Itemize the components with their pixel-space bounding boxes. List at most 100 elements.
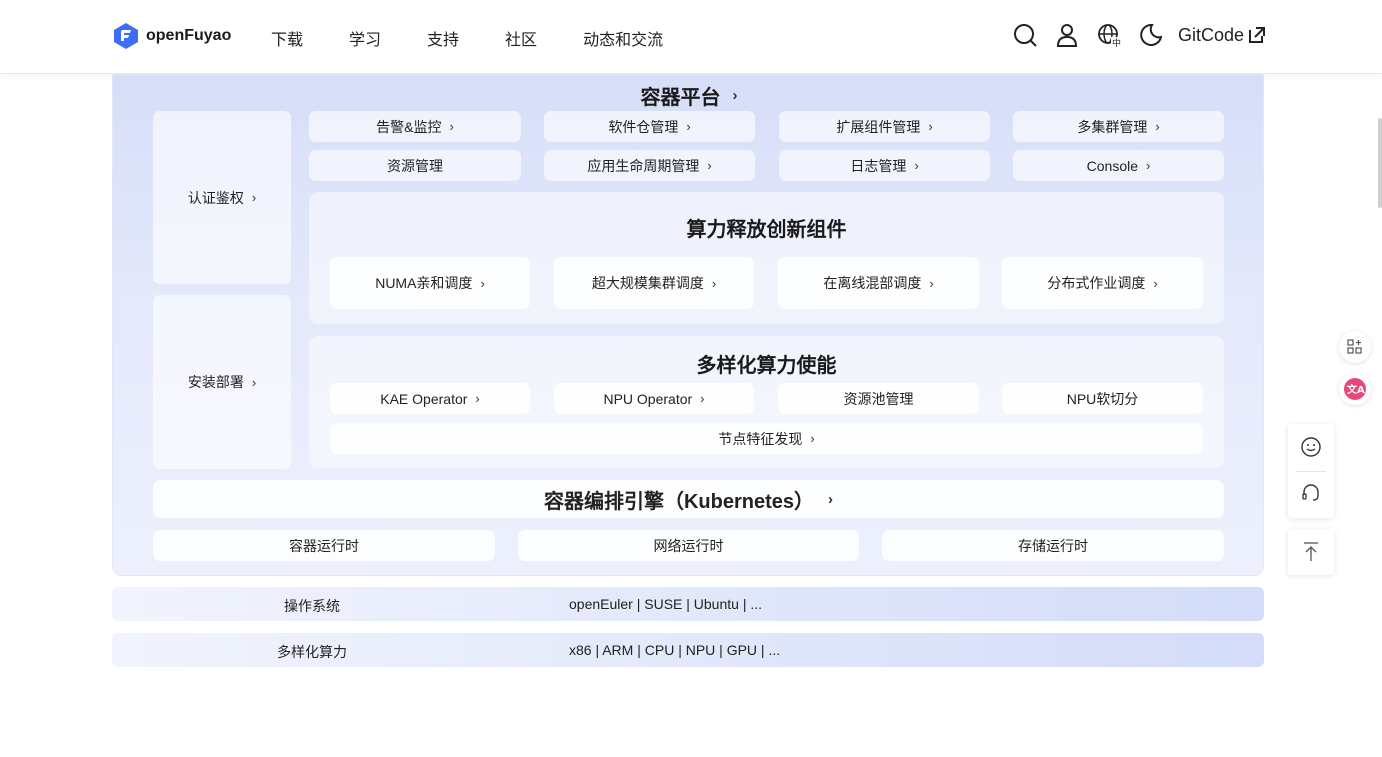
console-label: Console [1086,157,1139,174]
page-scrollbar[interactable] [1378,118,1382,208]
chevron-right-icon: › [711,275,717,291]
multicluster-mgmt-box[interactable]: 多集群管理 › [1013,111,1224,142]
large-cluster-box[interactable]: 超大规模集群调度 › [554,257,754,309]
apps-button[interactable] [1339,331,1371,363]
npu-operator-box[interactable]: NPU Operator › [554,383,754,414]
chevron-right-icon: › [449,119,454,134]
os-value: openEuler | SUSE | Ubuntu | ... [569,596,763,612]
search-icon[interactable] [1012,22,1038,48]
apps-icon [1347,339,1362,354]
chevron-right-icon: › [732,86,738,104]
resource-mgmt-label: 资源管理 [387,157,443,174]
kubernetes-label: 容器编排引擎（Kubernetes） [543,490,815,513]
storage-runtime-label: 存储运行时 [1018,537,1088,554]
chevron-right-icon: › [251,374,257,390]
user-icon[interactable] [1054,22,1080,48]
translate-icon: 文A [1344,378,1366,400]
auth-label: 认证鉴权 [187,189,244,206]
node-feature-box[interactable]: 节点特征发现 › [330,423,1203,454]
nav-news[interactable]: 动态和交流 [583,26,663,50]
distributed-job-box[interactable]: 分布式作业调度 › [1002,257,1203,309]
diverse-compute-section: 多样化算力使能 KAE Operator › NPU Operator › 资源池管… [309,336,1224,468]
node-feature-label: 节点特征发现 [718,430,803,447]
architecture-panel: 容器平台 › 认证鉴权 › 安装部署 › 告警&监控 › 软件仓管理 › 扩展组件管理 › … [112,74,1264,576]
resource-pool-label: 资源池管理 [843,390,914,407]
os-row: 操作系统 openEuler | SUSE | Ubuntu | ... [112,587,1264,621]
compute-row: 多样化算力 x86 | ARM | CPU | NPU | GPU | ... [112,633,1264,667]
console-box[interactable]: Console › [1013,150,1224,181]
repo-mgmt-label: 软件仓管理 [608,118,679,135]
app-lifecycle-label: 应用生命周期管理 [587,157,700,174]
extension-mgmt-box[interactable]: 扩展组件管理 › [779,111,990,142]
chevron-right-icon: › [828,490,834,508]
back-to-top-button[interactable] [1288,529,1334,575]
alert-monitor-box[interactable]: 告警&监控 › [309,111,521,142]
container-runtime-box[interactable]: 容器运行时 [153,530,495,561]
kae-operator-box[interactable]: KAE Operator › [330,383,530,414]
brand-name: openFuyao [146,27,232,44]
resource-mgmt-box[interactable]: 资源管理 [309,150,521,181]
resource-pool-box[interactable]: 资源池管理 [778,383,979,414]
container-platform-label: 容器平台 [640,86,721,109]
compute-release-section: 算力释放创新组件 NUMA亲和调度 › 超大规模集群调度 › 在离线混部调度 › 分布… [309,192,1224,324]
nav-support[interactable]: 支持 [427,26,459,50]
alert-monitor-label: 告警&监控 [376,118,442,135]
chevron-right-icon: › [700,391,705,406]
compute-label: 多样化算力 [277,644,347,660]
chevron-right-icon: › [928,119,933,134]
diverse-compute-title: 多样化算力使能 [696,354,837,377]
language-icon[interactable]: 中 [1096,22,1122,49]
large-cluster-label: 超大规模集群调度 [591,275,704,291]
openfuyao-logo-icon [114,23,138,49]
chevron-right-icon: › [1146,158,1151,173]
top-nav-bar: openFuyao 下载 学习 支持 社区 动态和交流 中 GitCode [0,0,1382,74]
app-lifecycle-box[interactable]: 应用生命周期管理 › [544,150,755,181]
auth-box[interactable]: 认证鉴权 › [153,111,291,284]
kae-operator-label: KAE Operator [380,390,468,407]
npu-split-box[interactable]: NPU软切分 [1002,383,1203,414]
network-runtime-label: 网络运行时 [653,537,724,554]
numa-label: NUMA亲和调度 [375,275,473,291]
kubernetes-box[interactable]: 容器编排引擎（Kubernetes） › [153,480,1224,518]
svg-text:中: 中 [1112,37,1121,48]
smile-icon[interactable] [1300,436,1322,463]
external-link-icon [1249,27,1265,43]
chevron-right-icon: › [1153,275,1158,291]
back-to-top-icon [1301,541,1321,568]
install-box[interactable]: 安装部署 › [153,295,291,469]
compute-release-title: 算力释放创新组件 [686,218,847,241]
colocation-label: 在离线混部调度 [823,275,922,291]
os-label: 操作系统 [284,598,340,614]
chevron-right-icon: › [929,275,934,291]
chevron-right-icon: › [1155,119,1160,134]
main-nav: 下载 学习 支持 社区 动态和交流 [271,26,709,50]
chevron-right-icon: › [686,119,691,134]
svg-text:文A: 文A [1347,383,1365,396]
network-runtime-box[interactable]: 网络运行时 [518,530,859,561]
header-actions: 中 GitCode [996,22,1266,49]
gitcode-label: GitCode [1177,24,1244,45]
chevron-right-icon: › [810,431,815,446]
nav-download[interactable]: 下载 [271,26,303,50]
translate-button[interactable]: 文A [1339,373,1371,405]
npu-operator-label: NPU Operator [603,390,693,407]
repo-mgmt-box[interactable]: 软件仓管理 › [544,111,755,142]
extension-mgmt-label: 扩展组件管理 [836,118,921,135]
moon-icon[interactable] [1138,22,1164,48]
log-mgmt-box[interactable]: 日志管理 › [779,150,990,181]
support-widget [1288,424,1334,518]
numa-box[interactable]: NUMA亲和调度 › [330,257,530,309]
colocation-box[interactable]: 在离线混部调度 › [778,257,979,309]
container-runtime-label: 容器运行时 [289,537,359,554]
container-platform-title[interactable]: 容器平台 › [589,83,789,109]
brand-logo[interactable]: openFuyao [112,22,231,50]
chevron-right-icon: › [480,275,485,291]
nav-learn[interactable]: 学习 [349,26,381,50]
gitcode-link[interactable]: GitCode [1178,25,1266,46]
chevron-right-icon: › [251,190,257,205]
storage-runtime-box[interactable]: 存储运行时 [882,530,1224,561]
npu-split-label: NPU软切分 [1066,390,1139,407]
headset-icon[interactable] [1300,482,1322,509]
nav-community[interactable]: 社区 [505,26,537,50]
install-label: 安装部署 [187,374,244,390]
